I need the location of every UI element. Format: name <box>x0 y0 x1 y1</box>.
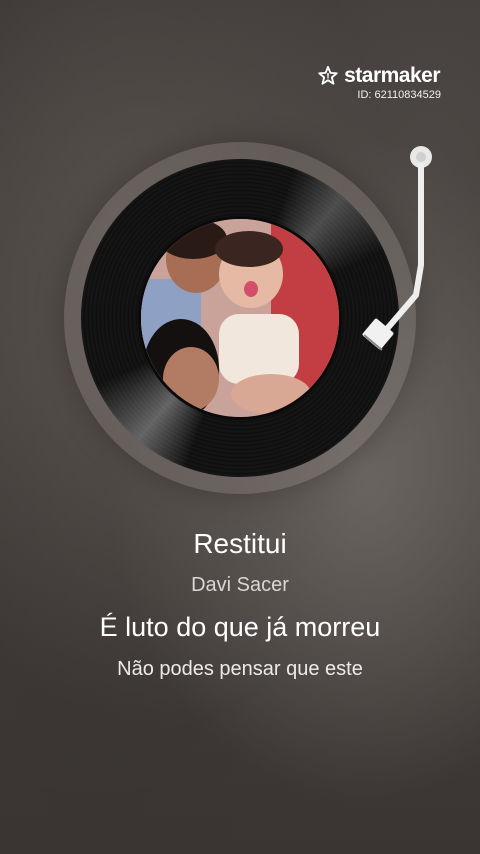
star-logo-icon <box>318 65 338 85</box>
cover-photo-art <box>141 219 339 417</box>
tonearm-icon <box>362 146 432 351</box>
cover-photo <box>138 216 342 420</box>
user-id-label: ID: 62110834529 <box>357 89 441 101</box>
current-lyric-line: É luto do que já morreu <box>99 612 381 642</box>
starmaker-logo: starmaker <box>317 64 440 88</box>
next-lyric-line: Não podes pensar que este <box>117 658 363 680</box>
brand-name: starmaker <box>344 64 440 87</box>
song-title: Restitui <box>193 528 287 559</box>
artist-name: Davi Sacer <box>191 574 289 596</box>
